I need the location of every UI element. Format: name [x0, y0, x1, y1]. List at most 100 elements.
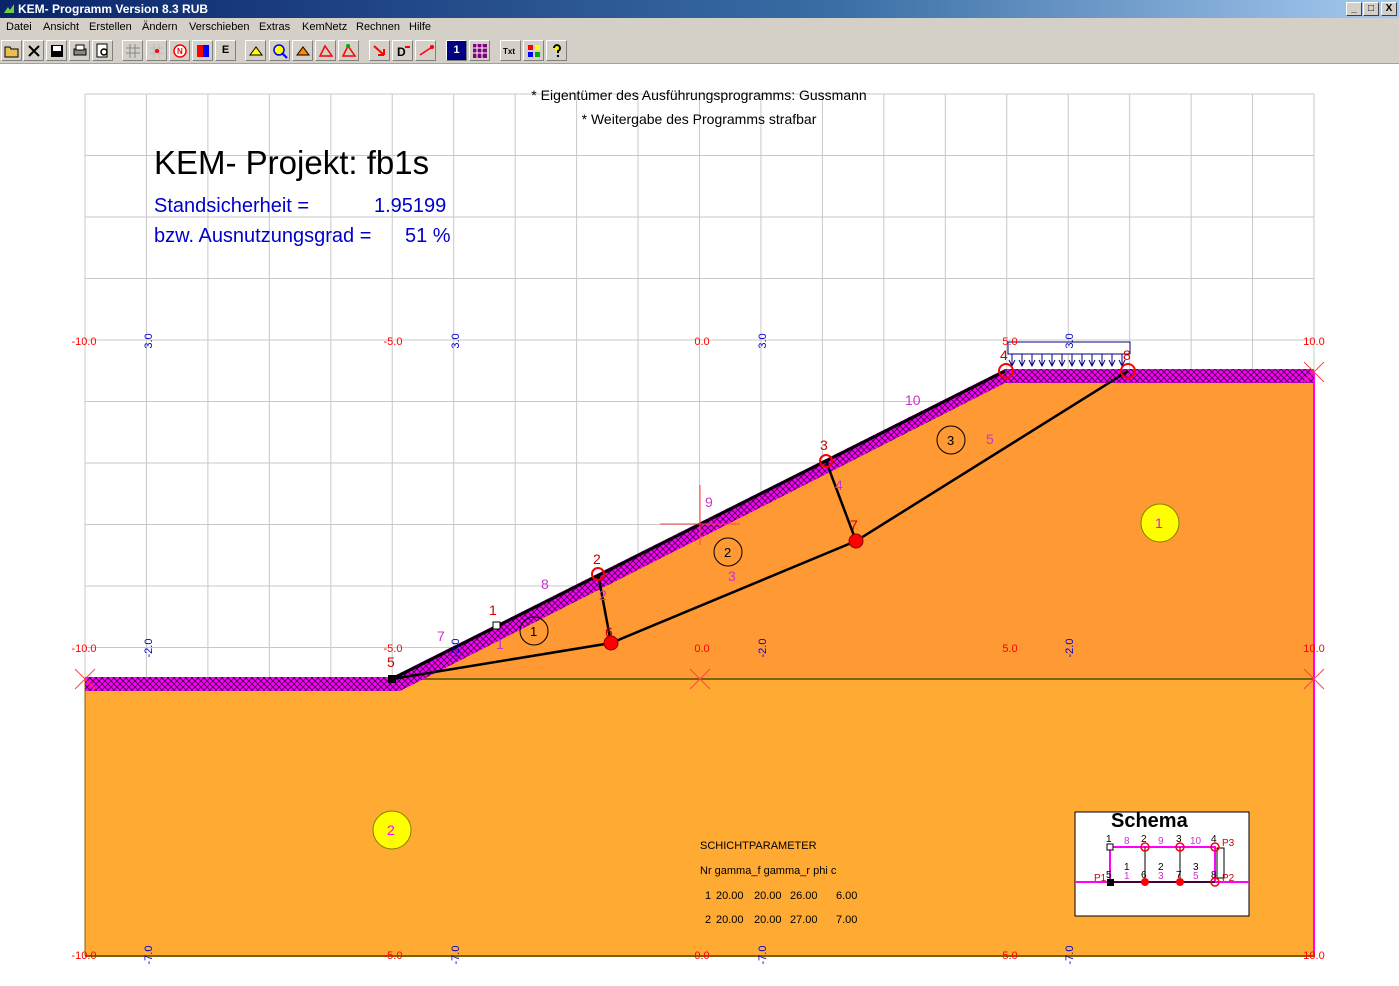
- arrow-icon: [373, 45, 385, 56]
- axis-mid-x-1: -10.0: [71, 643, 96, 655]
- menu-bar: Datei Ansicht Erstellen Ändern Verschieb…: [0, 18, 1399, 37]
- node-5-square[interactable]: [388, 675, 396, 683]
- open-button[interactable]: [1, 40, 22, 61]
- pan-button[interactable]: [292, 40, 313, 61]
- polygon-icon: [318, 44, 334, 57]
- grid-button[interactable]: [122, 40, 143, 61]
- menu-aendern[interactable]: Ändern: [142, 18, 177, 37]
- layer-2-label: 2: [387, 822, 395, 838]
- point-icon: [150, 44, 164, 58]
- app-icon: [4, 4, 14, 13]
- axis-bot-x-1: -10.0: [71, 950, 96, 962]
- number-button[interactable]: 1: [446, 40, 467, 61]
- colors-button[interactable]: [523, 40, 544, 61]
- polygon-edit-button[interactable]: [338, 40, 359, 61]
- print-icon: [73, 44, 87, 56]
- axis-mid-y-4: -2.0: [1064, 639, 1076, 658]
- menu-datei[interactable]: Datei: [6, 18, 32, 37]
- edge-label-2: 2: [599, 587, 607, 603]
- colors-icon: [528, 45, 540, 57]
- axis-bot-y-1: -7.0: [143, 946, 155, 965]
- axis-bot-y-3: -7.0: [757, 946, 769, 965]
- minimize-button[interactable]: _: [1346, 2, 1362, 16]
- schema-inset: Schema 1 8 2 9 3 10 4 P3 1 2 3 5 6 7 8 P…: [1074, 810, 1250, 917]
- menu-kemnetz[interactable]: KemNetz: [302, 18, 347, 37]
- close-button[interactable]: X: [1381, 2, 1397, 16]
- params-row-1-nr: 1: [705, 890, 711, 902]
- text-icon-label: Txt: [503, 47, 515, 56]
- D-icon: D: [397, 45, 410, 59]
- axis-mid-x-5: 10.0: [1303, 643, 1324, 655]
- print-button[interactable]: [69, 40, 90, 61]
- close-x-icon: [28, 45, 40, 57]
- node-7-filled[interactable]: [848, 533, 864, 549]
- axis-top-x-5: 10.0: [1303, 336, 1324, 348]
- toolbar: N E D 1 Txt: [0, 37, 1399, 64]
- load-arrow: [1018, 354, 1026, 368]
- load-arrow: [1048, 354, 1056, 368]
- text-button[interactable]: Txt: [500, 40, 521, 61]
- title-bar: KEM- Programm Version 8.3 RUB _ □ X: [0, 0, 1399, 18]
- axis-bot-x-5: 10.0: [1303, 950, 1324, 962]
- params-row-2-nr: 2: [705, 914, 711, 926]
- node-button[interactable]: N: [169, 40, 190, 61]
- axis-mid-y-1: -2.0: [143, 639, 155, 658]
- params-row-1-gamma-f: 20.00: [716, 890, 744, 902]
- zoom-button[interactable]: [245, 40, 266, 61]
- matrix-button[interactable]: [469, 40, 490, 61]
- params-title: SCHICHTPARAMETER: [700, 840, 817, 852]
- load-arrow: [1058, 354, 1066, 368]
- params-row-2-gamma-f: 20.00: [716, 914, 744, 926]
- print-preview-button[interactable]: [92, 40, 113, 61]
- axis-top-x-4: 5.0: [1002, 336, 1017, 348]
- axis-top-x-2: -5.0: [384, 336, 403, 348]
- layer-button[interactable]: [192, 40, 213, 61]
- params-row-1-c: 6.00: [836, 890, 857, 902]
- surface-band-left: [85, 677, 392, 691]
- polygon-button[interactable]: [315, 40, 336, 61]
- axis-top-y-3: 3.0: [757, 333, 769, 348]
- node-label-6: 6: [605, 624, 613, 640]
- search-button[interactable]: [269, 40, 290, 61]
- axis-mid-y-2: -2.0: [450, 639, 462, 658]
- block-2-label: 2: [724, 545, 731, 560]
- axis-top-y-2: 3.0: [450, 333, 462, 348]
- params-row-2-c: 7.00: [836, 914, 857, 926]
- line-button[interactable]: [415, 40, 436, 61]
- axis-mid-x-3: 0.0: [694, 643, 709, 655]
- node-label-1: 1: [489, 602, 497, 618]
- line-icon: [419, 45, 434, 56]
- element-button[interactable]: E: [215, 40, 236, 61]
- menu-hilfe[interactable]: Hilfe: [409, 18, 431, 37]
- save-button[interactable]: [46, 40, 67, 61]
- text-icon: Txt: [503, 47, 515, 56]
- schema-top-8: 8: [1124, 836, 1130, 847]
- axis-top-x-3: 0.0: [694, 336, 709, 348]
- menu-erstellen[interactable]: Erstellen: [89, 18, 132, 37]
- drawing-canvas[interactable]: 1 2 3 1 2 1 2 3 4 5 6 7 8 7 1 8 2 9 3 10…: [0, 64, 1399, 986]
- load-arrow: [1098, 354, 1106, 368]
- help-button[interactable]: [546, 40, 567, 61]
- node-label-8: 8: [1123, 347, 1131, 363]
- arrow-button[interactable]: [369, 40, 390, 61]
- menu-extras[interactable]: Extras: [259, 18, 290, 37]
- menu-verschieben[interactable]: Verschieben: [189, 18, 250, 37]
- node-label-2: 2: [593, 551, 601, 567]
- block-1-label: 1: [530, 624, 537, 639]
- d-button[interactable]: D: [392, 40, 413, 61]
- load-arrow: [1028, 354, 1036, 368]
- menu-rechnen[interactable]: Rechnen: [356, 18, 400, 37]
- axis-top-x-1: -10.0: [71, 336, 96, 348]
- close-doc-button[interactable]: [23, 40, 44, 61]
- menu-ansicht[interactable]: Ansicht: [43, 18, 79, 37]
- window-title: KEM- Programm Version 8.3 RUB: [18, 2, 209, 16]
- schema-low-7: 7: [1176, 870, 1182, 881]
- params-row-2-gamma-r: 20.00: [754, 914, 782, 926]
- axis-top-y-4: 3.0: [1064, 333, 1076, 348]
- node-1-square[interactable]: [492, 621, 501, 630]
- block-3-label: 3: [947, 433, 954, 448]
- point-button[interactable]: [146, 40, 167, 61]
- polygon-edit-icon: [341, 44, 357, 57]
- restore-button[interactable]: □: [1363, 2, 1379, 16]
- schema-top-3: 3: [1176, 834, 1182, 845]
